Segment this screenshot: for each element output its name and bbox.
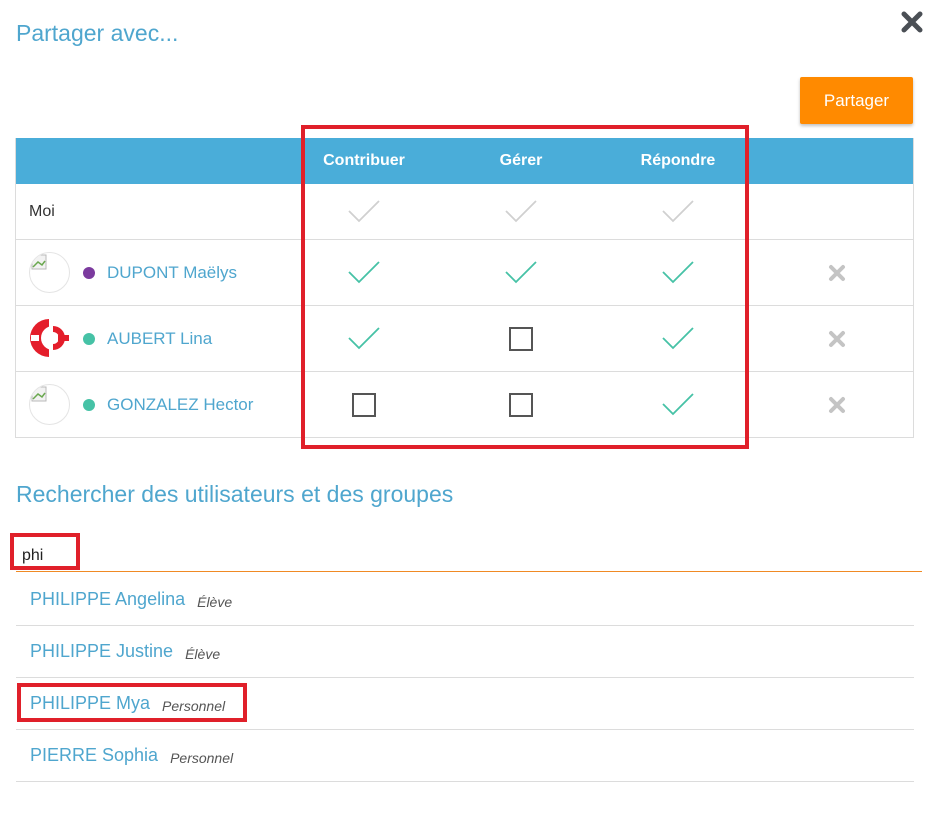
search-results: PHILIPPE Angelina Élève PHILIPPE Justine… <box>16 574 914 782</box>
status-dot <box>83 333 95 345</box>
status-dot <box>83 399 95 411</box>
list-item[interactable]: PHILIPPE Angelina Élève <box>16 574 914 626</box>
highlight-box-search <box>10 533 80 570</box>
highlight-box-permissions <box>301 125 749 449</box>
user-name[interactable]: DUPONT Maëlys <box>107 240 237 306</box>
avatar <box>29 384 70 425</box>
result-name[interactable]: PHILIPPE Justine <box>30 641 173 662</box>
result-type: Élève <box>197 593 233 610</box>
remove-icon <box>829 265 845 281</box>
search-title: Rechercher des utilisateurs et des group… <box>16 481 454 507</box>
share-button[interactable]: Partager <box>800 77 913 124</box>
me-label: Moi <box>29 203 55 220</box>
broken-image-icon <box>31 254 47 270</box>
result-name[interactable]: PIERRE Sophia <box>30 745 158 766</box>
search-input[interactable] <box>16 540 922 572</box>
result-name[interactable]: PHILIPPE Angelina <box>30 589 185 610</box>
avatar <box>29 318 70 359</box>
user-name[interactable]: GONZALEZ Hector <box>107 372 253 438</box>
list-item[interactable]: PIERRE Sophia Personnel <box>16 730 914 782</box>
list-item[interactable]: PHILIPPE Justine Élève <box>16 626 914 678</box>
remove-user-button[interactable] <box>826 240 848 306</box>
remove-user-button[interactable] <box>826 372 848 438</box>
highlight-box-result <box>17 683 247 722</box>
avatar <box>29 252 70 293</box>
remove-icon <box>829 397 845 413</box>
dialog-title: Partager avec... <box>16 20 179 46</box>
remove-user-button[interactable] <box>826 306 848 372</box>
remove-icon <box>829 331 845 347</box>
red-white-logo-icon <box>30 319 69 357</box>
result-type: Personnel <box>170 749 234 766</box>
broken-image-icon <box>31 386 47 402</box>
close-icon[interactable] <box>898 8 926 36</box>
user-name[interactable]: AUBERT Lina <box>107 306 212 372</box>
result-type: Élève <box>185 645 221 662</box>
status-dot <box>83 267 95 279</box>
